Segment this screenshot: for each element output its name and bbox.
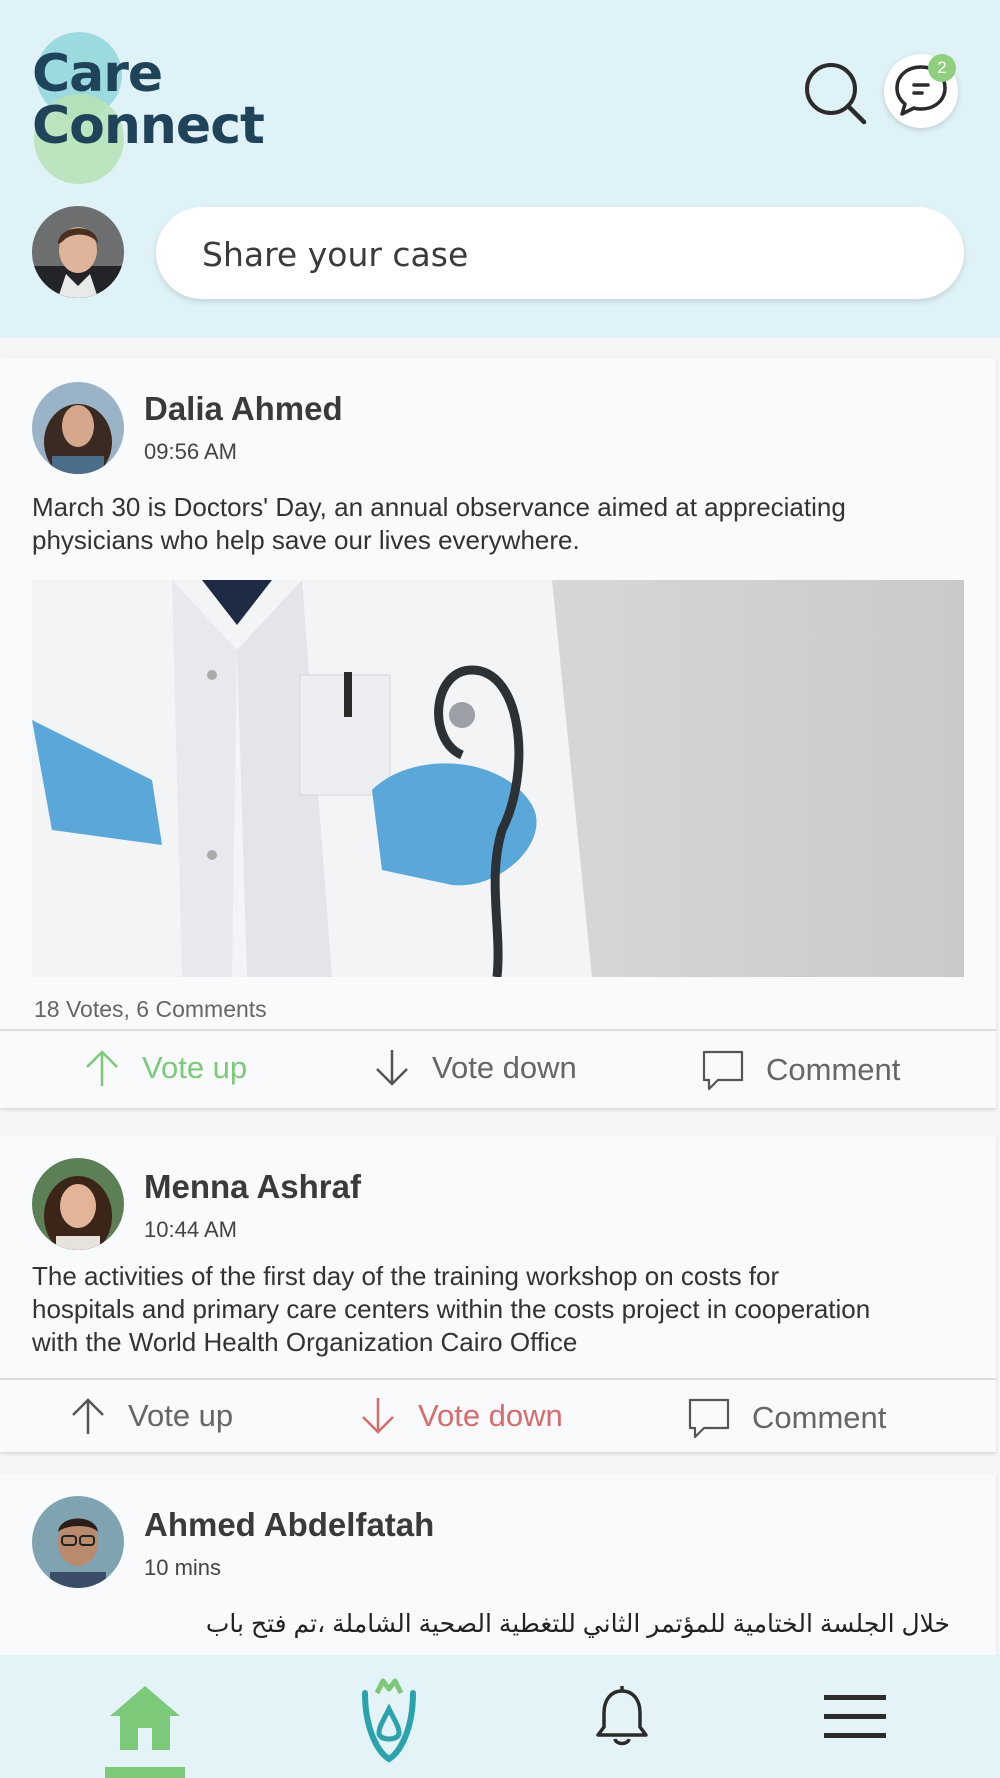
post-card: Menna Ashraf 10:44 AM The activities of … (0, 1136, 996, 1452)
author-name[interactable]: Ahmed Abdelfatah (144, 1506, 434, 1544)
comment-icon (688, 1398, 730, 1439)
vote-up-button[interactable]: Vote up (84, 1046, 247, 1090)
app-header: Care Connect 2 Share your case (0, 0, 1000, 338)
vote-down-label: Vote down (432, 1050, 577, 1085)
user-photo (32, 206, 124, 298)
arrow-up-icon (72, 1398, 104, 1434)
share-case-placeholder: Share your case (202, 235, 469, 274)
comment-icon (702, 1050, 744, 1091)
post-time: 09:56 AM (144, 439, 237, 464)
post-text: The activities of the first day of the t… (32, 1261, 871, 1357)
arrow-down-icon (362, 1398, 394, 1434)
author-avatar[interactable] (32, 382, 124, 474)
vote-down-button[interactable]: Vote down (360, 1394, 563, 1438)
post-text: March 30 is Doctors' Day, an annual obse… (32, 492, 846, 555)
author-avatar[interactable] (32, 1158, 124, 1250)
messages-count-badge: 2 (928, 54, 956, 82)
care-connect-logo[interactable]: Care Connect (32, 30, 292, 184)
vote-up-label: Vote up (142, 1050, 248, 1085)
search-button[interactable] (800, 58, 870, 128)
care-logo-icon (362, 1678, 416, 1763)
vote-down-button[interactable]: Vote down (374, 1046, 577, 1090)
nav-menu[interactable] (730, 1655, 980, 1778)
post-time: 10:44 AM (144, 1217, 237, 1242)
current-user-avatar[interactable] (32, 206, 124, 298)
comment-label: Comment (766, 1052, 901, 1087)
logo-text-line1: Care (32, 44, 163, 104)
bottom-navigation (0, 1655, 1000, 1778)
doctor-photo (32, 580, 964, 977)
home-icon (110, 1685, 180, 1750)
nav-care[interactable] (264, 1655, 514, 1778)
bell-icon (596, 1685, 648, 1745)
menu-icon (824, 1694, 886, 1738)
author-photo (32, 382, 124, 474)
author-name[interactable]: Dalia Ahmed (144, 390, 343, 428)
comment-button[interactable]: Comment (688, 1396, 886, 1440)
post-card: Dalia Ahmed 09:56 AM March 30 is Doctors… (0, 358, 996, 1108)
nav-notifications[interactable] (497, 1655, 747, 1778)
vote-up-label: Vote up (128, 1398, 234, 1433)
arrow-down-icon (376, 1050, 408, 1086)
post-stats[interactable]: 18 Votes, 6 Comments (34, 996, 267, 1023)
author-photo (32, 1158, 124, 1250)
active-tab-indicator (105, 1767, 185, 1778)
post-text: خلال الجلسة الختامية للمؤتمر الثاني للتغ… (205, 1610, 950, 1638)
card-divider (0, 1378, 996, 1380)
author-name[interactable]: Menna Ashraf (144, 1168, 361, 1206)
post-time: 10 mins (144, 1555, 222, 1580)
vote-up-button[interactable]: Vote up (70, 1394, 233, 1438)
vote-down-label: Vote down (418, 1398, 563, 1433)
nav-home[interactable] (20, 1655, 270, 1778)
comment-label: Comment (752, 1400, 887, 1435)
search-icon (805, 63, 867, 125)
comment-button[interactable]: Comment (702, 1048, 900, 1092)
logo-text-line2: Connect (32, 96, 265, 156)
share-case-input[interactable]: Share your case (156, 207, 964, 299)
arrow-up-icon (86, 1050, 118, 1086)
author-photo (32, 1496, 124, 1588)
card-divider (0, 1029, 996, 1031)
author-avatar[interactable] (32, 1496, 124, 1588)
post-image[interactable] (32, 580, 964, 977)
